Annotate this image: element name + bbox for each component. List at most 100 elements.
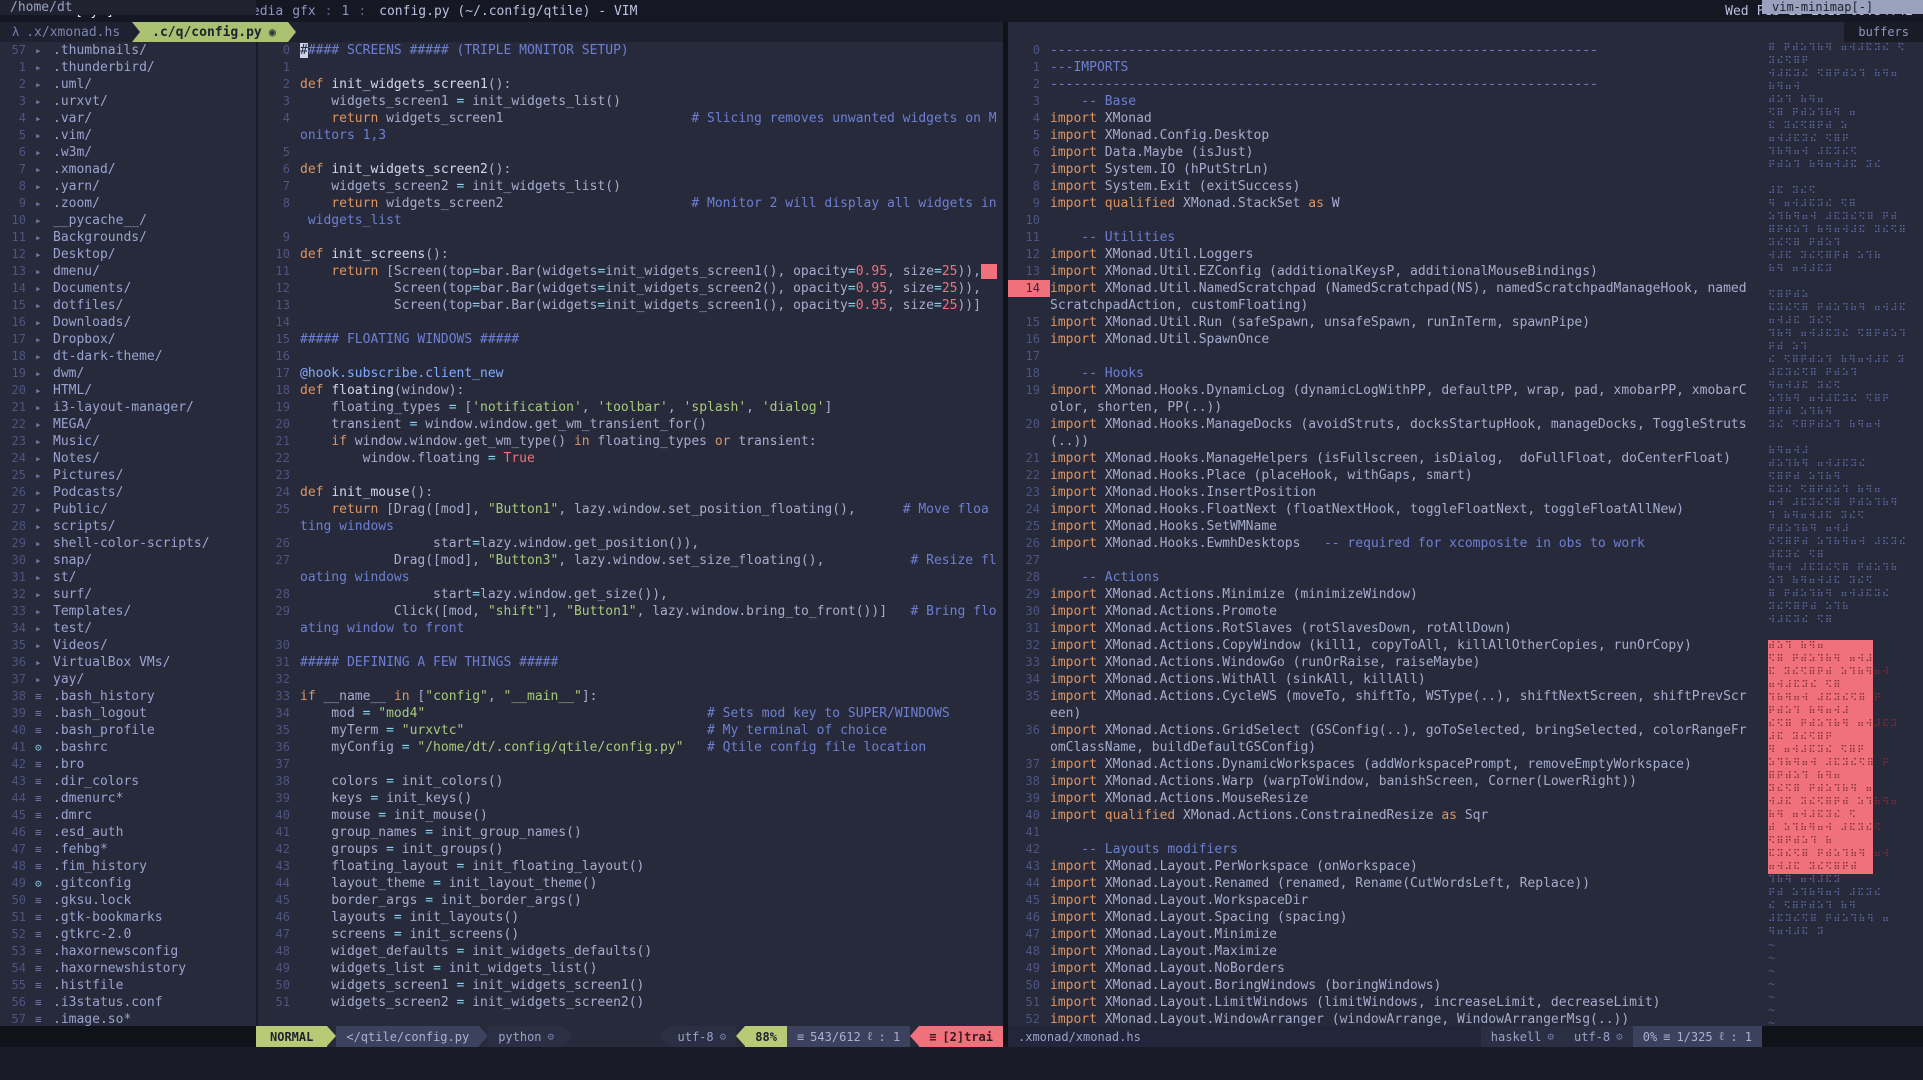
- layout-indicator[interactable]: 1: [342, 4, 350, 19]
- tree-item-file[interactable]: 57≡.image.so*: [0, 1011, 256, 1026]
- line-number: 17: [1008, 348, 1050, 365]
- tree-item-folder[interactable]: 15▸dotfiles/: [0, 297, 256, 314]
- folder-closed-icon: ▸: [35, 161, 53, 178]
- tree-item-label: .uml/: [53, 76, 92, 93]
- tree-item-file[interactable]: 42≡.bro: [0, 756, 256, 773]
- tree-item-folder[interactable]: 26▸Podcasts/: [0, 484, 256, 501]
- tree-item-folder[interactable]: 3▸.urxvt/: [0, 93, 256, 110]
- tree-item-folder[interactable]: 7▸.xmonad/: [0, 161, 256, 178]
- tree-item-folder[interactable]: 6▸.w3m/: [0, 144, 256, 161]
- tree-item-folder[interactable]: 16▸Downloads/: [0, 314, 256, 331]
- tree-item-folder[interactable]: 12▸Desktop/: [0, 246, 256, 263]
- tree-item-folder[interactable]: 24▸Notes/: [0, 450, 256, 467]
- tree-item-folder[interactable]: 29▸shell-color-scripts/: [0, 535, 256, 552]
- line-number: 35: [258, 722, 300, 739]
- tree-item-folder[interactable]: 10▸__pycache__/: [0, 212, 256, 229]
- code-line: ating window to front: [258, 620, 1003, 637]
- tree-item-file[interactable]: 55≡.histfile: [0, 977, 256, 994]
- tree-item-folder[interactable]: 23▸Music/: [0, 433, 256, 450]
- tree-item-folder[interactable]: 8▸.yarn/: [0, 178, 256, 195]
- tree-item-folder[interactable]: 14▸Documents/: [0, 280, 256, 297]
- code-line: 25 return [Drag([mod], "Button1", lazy.w…: [258, 501, 1003, 518]
- tree-item-folder[interactable]: 19▸dwm/: [0, 365, 256, 382]
- tree-item-file[interactable]: 53≡.haxornewsconfig: [0, 943, 256, 960]
- tree-item-file[interactable]: 40≡.bash_profile: [0, 722, 256, 739]
- tree-item-folder[interactable]: 20▸HTML/: [0, 382, 256, 399]
- vim-minimap[interactable]: ⠿ ⠟⠾⠵⠹⠷⠻ ⠶⠺⠼⠯⠽⠮ ⠫⠽⠮⠫⠿⠟⠺⠼⠯⠽⠮ ⠫⠿⠟⠾⠵⠹ ⠷⠻⠶⠷⠻…: [1762, 42, 1923, 1026]
- tab-xmonad-hs[interactable]: λ .x/xmonad.hs: [0, 22, 132, 42]
- folder-closed-icon: ▸: [35, 671, 53, 688]
- tree-item-label: surf/: [53, 586, 92, 603]
- folder-closed-icon: ▸: [35, 314, 53, 331]
- tree-item-folder[interactable]: 25▸Pictures/: [0, 467, 256, 484]
- tree-item-file[interactable]: 48≡.fim_history: [0, 858, 256, 875]
- tree-item-file[interactable]: 56≡.i3status.conf: [0, 994, 256, 1011]
- tree-item-folder[interactable]: 4▸.var/: [0, 110, 256, 127]
- line-number: 11: [0, 229, 35, 246]
- code-line: 49import XMonad.Layout.NoBorders: [1008, 960, 1762, 977]
- minimap-row: ⠻ ⠶⠺⠼⠯⠽⠮ ⠫⠿⠟: [1768, 744, 1873, 757]
- vim-command-line[interactable]: [0, 1047, 1923, 1080]
- line-number: 24: [1008, 501, 1050, 518]
- tab-separator: [132, 22, 140, 42]
- tree-item-folder[interactable]: 27▸Public/: [0, 501, 256, 518]
- tree-item-file[interactable]: 41⚙.bashrc: [0, 739, 256, 756]
- code-line: 10: [1008, 212, 1762, 229]
- tree-item-file[interactable]: 49⚙.gitconfig: [0, 875, 256, 892]
- tree-item-folder[interactable]: 34▸test/: [0, 620, 256, 637]
- tree-item-folder[interactable]: 11▸Backgrounds/: [0, 229, 256, 246]
- minimap-row: ⠟⠾⠵⠹⠷⠻ ⠶⠺⠼: [1768, 523, 1923, 536]
- tree-item-folder[interactable]: 37▸yay/: [0, 671, 256, 688]
- folder-closed-icon: ▸: [35, 331, 53, 348]
- tree-item-folder[interactable]: 32▸surf/: [0, 586, 256, 603]
- tree-item-folder[interactable]: 36▸VirtualBox VMs/: [0, 654, 256, 671]
- tree-item-folder[interactable]: 35▸Videos/: [0, 637, 256, 654]
- nerdtree-file-explorer[interactable]: 57▸.thumbnails/1▸.thunderbird/2▸.uml/3▸.…: [0, 42, 256, 1026]
- tree-item-folder[interactable]: 33▸Templates/: [0, 603, 256, 620]
- tree-item-file[interactable]: 46≡.esd_auth: [0, 824, 256, 841]
- minimap-row: ⠶⠺⠼⠯ ⠽⠮⠫⠿⠟⠾: [1768, 861, 1873, 874]
- code-line: 24def init_mouse():: [258, 484, 1003, 501]
- line-number: 5: [258, 144, 300, 161]
- tree-item-label: .vim/: [53, 127, 92, 144]
- minimap-row: ⠺⠼⠯⠽⠮ ⠫⠿⠟⠾⠵⠹ ⠷⠻⠶: [1768, 68, 1923, 81]
- tree-item-folder[interactable]: 21▸i3-layout-manager/: [0, 399, 256, 416]
- minimap-row: ⠟⠾⠵⠹ ⠷⠻⠶⠺⠼: [1768, 705, 1873, 718]
- tree-item-file[interactable]: 54≡.haxornewshistory: [0, 960, 256, 977]
- workspace-tag[interactable]: gfx: [292, 4, 315, 19]
- tree-item-file[interactable]: 45≡.dmrc: [0, 807, 256, 824]
- tree-item-label: .urxvt/: [53, 93, 108, 110]
- line-number: 54: [0, 960, 35, 977]
- minimap-row: ⠽⠮⠫⠿ ⠟⠾⠵⠹: [1768, 237, 1923, 250]
- tree-item-folder[interactable]: 57▸.thumbnails/: [0, 42, 256, 59]
- tree-item-folder[interactable]: 1▸.thunderbird/: [0, 59, 256, 76]
- tree-item-folder[interactable]: 5▸.vim/: [0, 127, 256, 144]
- tree-item-folder[interactable]: 9▸.zoom/: [0, 195, 256, 212]
- line-number: 41: [1008, 824, 1050, 841]
- tree-item-folder[interactable]: 13▸dmenu/: [0, 263, 256, 280]
- folder-closed-icon: ▸: [35, 518, 53, 535]
- tree-item-file[interactable]: 51≡.gtk-bookmarks: [0, 909, 256, 926]
- editor-config-py[interactable]: 0##### SCREENS ##### (TRIPLE MONITOR SET…: [258, 42, 1003, 1026]
- tree-item-folder[interactable]: 18▸dt-dark-theme/: [0, 348, 256, 365]
- tree-item-file[interactable]: 43≡.dir_colors: [0, 773, 256, 790]
- code-line: 17@hook.subscribe.client_new: [258, 365, 1003, 382]
- tree-item-folder[interactable]: 2▸.uml/: [0, 76, 256, 93]
- tree-item-file[interactable]: 52≡.gtkrc-2.0: [0, 926, 256, 943]
- tree-item-file[interactable]: 50≡.gksu.lock: [0, 892, 256, 909]
- tree-item-folder[interactable]: 22▸MEGA/: [0, 416, 256, 433]
- editor-xmonad-hs[interactable]: 0---------------------------------------…: [1008, 42, 1762, 1026]
- code-line: 15##### FLOATING WINDOWS #####: [258, 331, 1003, 348]
- code-line: 7import System.IO (hPutStrLn): [1008, 161, 1762, 178]
- tree-item-folder[interactable]: 30▸snap/: [0, 552, 256, 569]
- tree-item-file[interactable]: 47≡.fehbg*: [0, 841, 256, 858]
- tree-item-folder[interactable]: 31▸st/: [0, 569, 256, 586]
- file-lines-icon: ≡: [35, 807, 53, 824]
- tab-config-py[interactable]: .c/q/config.py ◉: [140, 22, 288, 42]
- folder-closed-icon: ▸: [35, 433, 53, 450]
- tree-item-file[interactable]: 44≡.dmenurc*: [0, 790, 256, 807]
- tree-item-folder[interactable]: 28▸scripts/: [0, 518, 256, 535]
- tree-item-folder[interactable]: 17▸Dropbox/: [0, 331, 256, 348]
- tree-item-file[interactable]: 38≡.bash_history: [0, 688, 256, 705]
- tree-item-file[interactable]: 39≡.bash_logout: [0, 705, 256, 722]
